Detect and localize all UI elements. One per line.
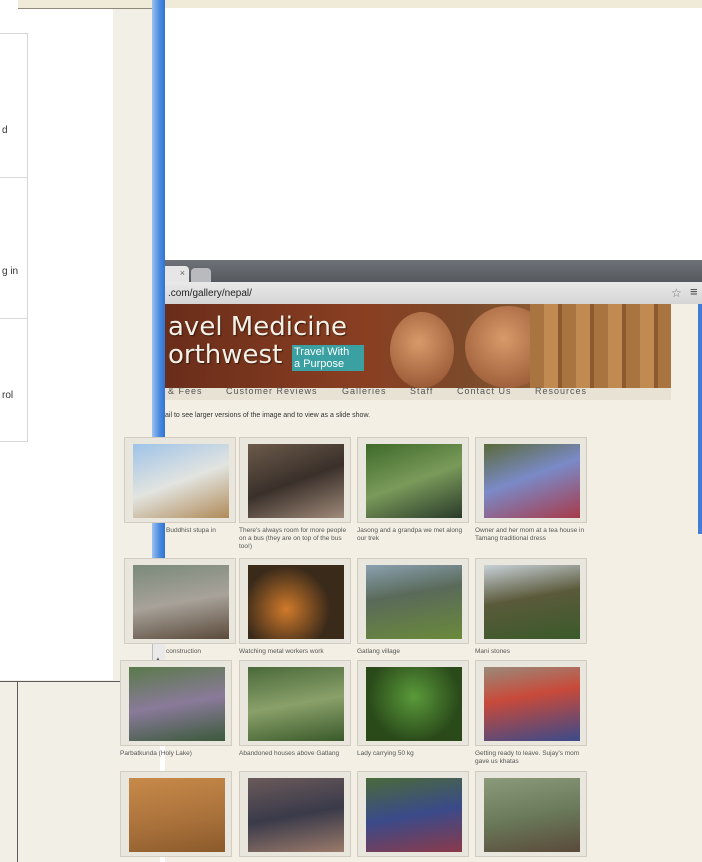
gallery-thumbnail[interactable] bbox=[239, 660, 351, 746]
thumbnail-image[interactable] bbox=[133, 565, 229, 639]
list-item[interactable]: rol bbox=[2, 390, 13, 401]
thumbnail-image[interactable] bbox=[484, 444, 580, 518]
tagline-line: Travel With bbox=[294, 346, 350, 358]
gallery-instructions: ail to see larger versions of the image … bbox=[165, 412, 371, 419]
thumbnail-caption: Mani stones bbox=[475, 648, 511, 655]
thumbnail-image[interactable] bbox=[484, 565, 580, 639]
thumbnail-caption: Abandoned houses above Gatlang bbox=[239, 750, 340, 757]
nav-item-customer-reviews[interactable]: Customer Reviews bbox=[226, 386, 318, 396]
browser-tab[interactable]: × bbox=[165, 266, 189, 282]
list-divider bbox=[0, 318, 28, 319]
gallery-thumbnail[interactable] bbox=[357, 771, 469, 857]
thumbnail-image[interactable] bbox=[248, 778, 344, 852]
list-divider bbox=[0, 177, 28, 178]
url-field[interactable]: .com/gallery/nepal/ bbox=[168, 288, 252, 299]
menu-icon[interactable]: ≡ bbox=[690, 284, 698, 299]
nav-item-galleries[interactable]: Galleries bbox=[342, 386, 387, 396]
thumbnail-image[interactable] bbox=[129, 778, 225, 852]
thumbnail-caption: Watching metal workers work bbox=[239, 648, 324, 655]
thumbnail-caption: Lady carrying 50 kg bbox=[357, 750, 414, 757]
list-item[interactable]: d bbox=[2, 125, 8, 136]
gallery-thumbnail[interactable] bbox=[357, 660, 469, 746]
thumbnail-caption: There's always room for more people on a… bbox=[239, 527, 347, 550]
window-border bbox=[17, 681, 18, 862]
thumbnail-caption: Jasong and a grandpa we met along our tr… bbox=[357, 527, 463, 542]
gallery-thumbnail[interactable] bbox=[357, 437, 469, 523]
site-tagline: Travel With a Purpose bbox=[292, 345, 364, 371]
nav-item-fees[interactable]: & Fees bbox=[168, 386, 203, 396]
thumbnail-caption: Getting ready to leave. Sujay's mom gave… bbox=[475, 750, 580, 765]
thumbnail-caption: Gatlang village bbox=[357, 648, 400, 655]
banner-photo bbox=[390, 312, 454, 388]
site-title[interactable]: orthwest bbox=[168, 340, 282, 370]
gallery-thumbnail[interactable] bbox=[239, 437, 351, 523]
gallery-thumbnail[interactable] bbox=[475, 558, 587, 644]
blank-window-area bbox=[165, 8, 702, 260]
gallery-thumbnail[interactable] bbox=[475, 660, 587, 746]
thumbnail-caption: construction bbox=[166, 648, 202, 655]
nav-item-contact-us[interactable]: Contact Us bbox=[457, 386, 512, 396]
gallery-thumbnail[interactable] bbox=[124, 558, 236, 644]
thumbnail-image[interactable] bbox=[366, 444, 462, 518]
tab-bar bbox=[165, 260, 702, 282]
star-icon[interactable]: ☆ bbox=[671, 286, 682, 300]
gallery-thumbnail[interactable] bbox=[357, 558, 469, 644]
thumbnail-image[interactable] bbox=[248, 667, 344, 741]
scrollbar-thumb[interactable] bbox=[698, 304, 702, 534]
thumbnail-caption: Owner and her mom at a tea house in Tama… bbox=[475, 527, 585, 542]
new-tab-button[interactable] bbox=[191, 268, 211, 282]
gallery-thumbnail[interactable] bbox=[475, 771, 587, 857]
thumbnail-image[interactable] bbox=[129, 667, 225, 741]
gallery-thumbnail[interactable] bbox=[475, 437, 587, 523]
thumbnail-image[interactable] bbox=[248, 565, 344, 639]
thumbnail-image[interactable] bbox=[133, 444, 229, 518]
banner-wood-texture bbox=[530, 304, 671, 388]
gallery-thumbnail[interactable] bbox=[124, 437, 236, 523]
thumbnail-image[interactable] bbox=[366, 667, 462, 741]
thumbnail-caption: Buddhist stupa in bbox=[166, 527, 216, 534]
nav-item-resources[interactable]: Resources bbox=[535, 386, 587, 396]
tagline-line: a Purpose bbox=[294, 358, 345, 370]
list-item[interactable]: g in bbox=[2, 266, 18, 277]
thumbnail-image[interactable] bbox=[484, 667, 580, 741]
gallery-thumbnail[interactable] bbox=[120, 660, 232, 746]
thumbnail-caption: Parbatkunda (Holy Lake) bbox=[120, 750, 192, 757]
gallery-thumbnail[interactable] bbox=[239, 558, 351, 644]
gallery-thumbnail[interactable] bbox=[239, 771, 351, 857]
site-title[interactable]: avel Medicine bbox=[168, 312, 347, 342]
nav-item-staff[interactable]: Staff bbox=[410, 386, 433, 396]
close-tab-icon[interactable]: × bbox=[180, 268, 185, 278]
thumbnail-image[interactable] bbox=[484, 778, 580, 852]
left-list: d g in rol bbox=[0, 33, 28, 442]
thumbnail-image[interactable] bbox=[366, 565, 462, 639]
thumbnail-image[interactable] bbox=[366, 778, 462, 852]
gallery-thumbnail[interactable] bbox=[120, 771, 232, 857]
thumbnail-image[interactable] bbox=[248, 444, 344, 518]
